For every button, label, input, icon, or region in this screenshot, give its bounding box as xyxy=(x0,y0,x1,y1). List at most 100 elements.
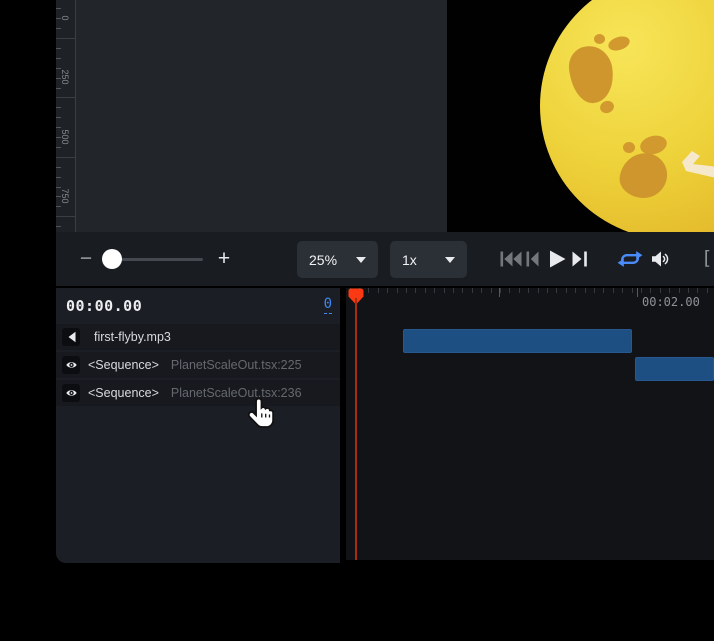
vertical-ruler: 0 250 500 750 xyxy=(56,0,76,232)
timeline-tick xyxy=(462,288,463,293)
timeline-tick xyxy=(585,288,586,293)
skip-to-start-button[interactable] xyxy=(500,232,522,286)
timeline-tick xyxy=(378,288,379,293)
timeline-tick xyxy=(575,288,576,293)
playback-rate-value: 1x xyxy=(402,252,417,268)
timeline-tick xyxy=(481,288,482,293)
next-frame-icon xyxy=(572,251,588,267)
timeline-tick xyxy=(519,288,520,293)
timeline-clip[interactable] xyxy=(635,357,714,381)
timeline-tick xyxy=(368,288,369,293)
eye-icon[interactable] xyxy=(62,384,80,402)
ruler-tick xyxy=(56,157,75,158)
ruler-label: 0 xyxy=(60,3,70,33)
hand-cursor xyxy=(245,397,277,431)
timeline-tick xyxy=(613,288,614,293)
timeline-track-panel: 00:00.00 0 first-flyby.mp3<Sequence>Plan… xyxy=(56,288,340,563)
track-row[interactable]: first-flyby.mp3 xyxy=(56,324,340,350)
ruler-tick xyxy=(56,216,75,217)
play-icon xyxy=(549,250,566,268)
timeline-tick xyxy=(603,288,604,293)
timeline-tick xyxy=(434,288,435,293)
timeline-tick xyxy=(594,288,595,293)
loop-icon xyxy=(617,249,643,269)
timeline-tick xyxy=(641,288,642,293)
ruler-tick xyxy=(56,38,75,39)
fullscreen-icon[interactable]: [ xyxy=(701,247,712,269)
timeline-tick xyxy=(622,288,623,293)
timeline-tick xyxy=(538,288,539,293)
timeline-tick xyxy=(556,288,557,293)
ruler-tick xyxy=(56,58,61,59)
ruler-label: 250 xyxy=(60,62,70,92)
timeline-tick xyxy=(491,288,492,293)
playback-toolbar: − + 25% 1x xyxy=(56,232,714,286)
timeline-clip[interactable] xyxy=(403,329,632,353)
playback-rate-dropdown[interactable]: 1x xyxy=(390,241,467,278)
ruler-tick xyxy=(56,117,61,118)
planet-flag-graphic xyxy=(679,148,714,184)
track-source-ref: PlanetScaleOut.tsx:225 xyxy=(171,358,302,372)
track-name: <Sequence> xyxy=(88,386,159,400)
loop-toggle-button[interactable] xyxy=(617,232,643,286)
timeline-tick-major xyxy=(499,288,500,297)
track-row[interactable]: <Sequence>PlanetScaleOut.tsx:236 xyxy=(56,380,340,406)
timeline-tick xyxy=(387,288,388,293)
remotion-studio: 0 250 500 750 − + 25% 1x xyxy=(0,0,714,641)
timeline-tick xyxy=(425,288,426,293)
preview-canvas: 0 250 500 750 xyxy=(56,0,714,232)
timeline-tick xyxy=(669,288,670,293)
timeline-lanes[interactable]: 00:02.00 xyxy=(346,288,714,560)
timeline-tick xyxy=(660,288,661,293)
chevron-down-icon xyxy=(445,257,455,263)
previous-frame-button[interactable] xyxy=(526,232,539,286)
zoom-slider-handle[interactable] xyxy=(102,249,122,269)
timeline-tick xyxy=(697,288,698,293)
play-button[interactable] xyxy=(549,232,566,286)
timeline-tick xyxy=(453,288,454,293)
video-composition xyxy=(447,0,714,232)
timeline-tick xyxy=(444,288,445,293)
timeline-tick-major xyxy=(637,288,638,297)
timeline-tick xyxy=(679,288,680,293)
timeline-tick xyxy=(472,288,473,293)
eye-icon[interactable] xyxy=(62,356,80,374)
chevron-down-icon xyxy=(356,257,366,263)
ruler-tick xyxy=(56,97,75,98)
next-frame-button[interactable] xyxy=(572,232,588,286)
ruler-tick xyxy=(56,226,61,227)
timeline-tick xyxy=(650,288,651,293)
ruler-tick xyxy=(56,48,61,49)
previous-frame-icon xyxy=(526,251,539,267)
zoom-level-value: 25% xyxy=(309,252,337,268)
current-frame-link[interactable]: 0 xyxy=(324,296,332,314)
zoom-out-button[interactable]: − xyxy=(73,245,99,273)
timeline-tick xyxy=(566,288,567,293)
timeline-tick xyxy=(397,288,398,293)
speaker-icon[interactable] xyxy=(62,328,80,346)
zoom-in-button[interactable]: + xyxy=(211,245,237,273)
ruler-label: 750 xyxy=(60,181,70,211)
track-name: <Sequence> xyxy=(88,358,159,372)
ruler-label: 500 xyxy=(60,122,70,152)
timeline-tick xyxy=(707,288,708,293)
timeline-tick xyxy=(406,288,407,293)
timeline-tick xyxy=(528,288,529,293)
planet-crater xyxy=(623,142,635,153)
ruler-tick xyxy=(56,167,61,168)
volume-button[interactable] xyxy=(651,232,670,286)
timeline-tick xyxy=(632,288,633,293)
skip-to-start-icon xyxy=(500,251,522,267)
zoom-level-dropdown[interactable]: 25% xyxy=(297,241,378,278)
planet-graphic xyxy=(540,0,714,232)
track-row[interactable]: <Sequence> PlanetScaleOut.tsx:225 xyxy=(56,352,340,378)
timeline-tick xyxy=(509,288,510,293)
timeline-tick xyxy=(415,288,416,293)
playhead-line xyxy=(355,298,357,560)
track-name: first-flyby.mp3 xyxy=(94,330,171,344)
timeline-tick xyxy=(688,288,689,293)
ruler-tick xyxy=(56,177,61,178)
volume-icon xyxy=(651,250,670,268)
timeline-tick xyxy=(500,288,501,293)
current-timecode: 00:00.00 xyxy=(66,297,142,315)
